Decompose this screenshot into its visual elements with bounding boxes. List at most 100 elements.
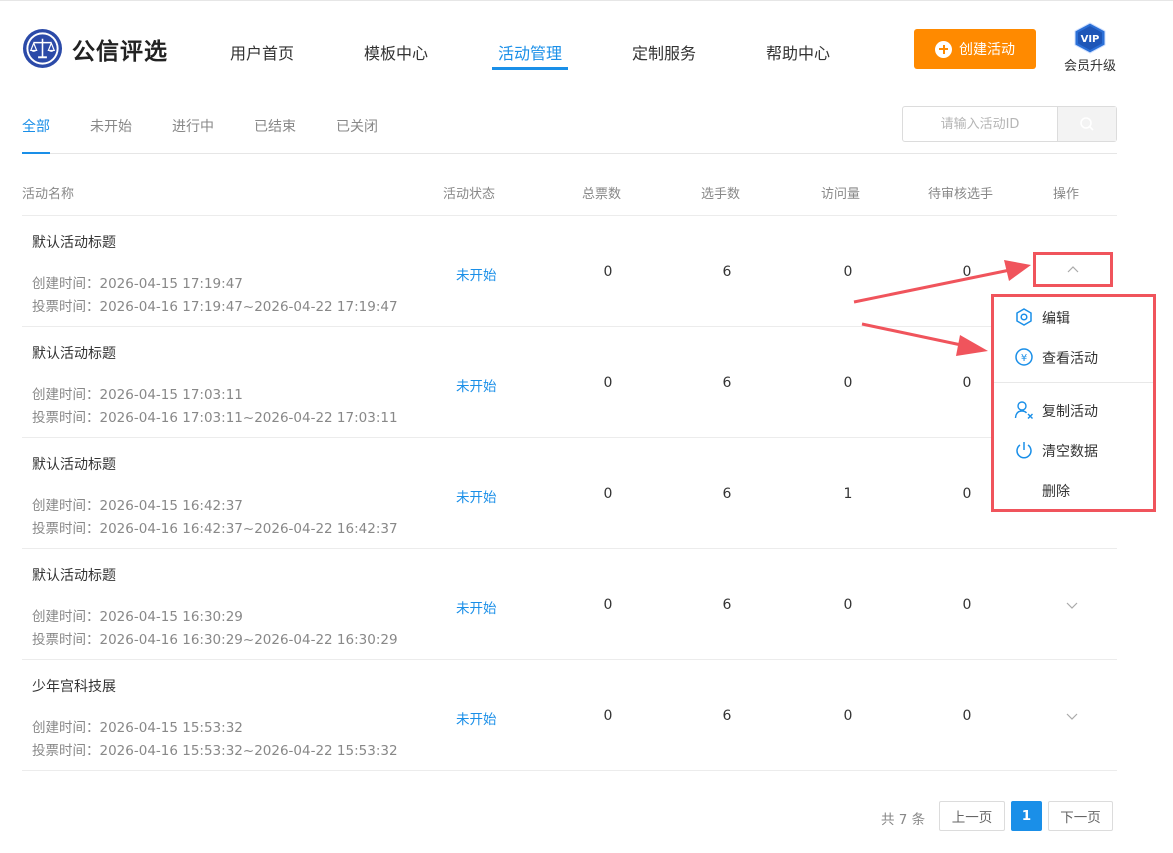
- column-header-status: 活动状态: [443, 187, 496, 202]
- vip-badge-icon: VIP: [1074, 22, 1106, 54]
- activity-title: 默认活动标题: [32, 568, 116, 584]
- menu-item-clear-data[interactable]: 清空数据: [994, 435, 1153, 465]
- menu-item-copy-activity[interactable]: 复制活动: [994, 395, 1153, 425]
- vip-badge-text: VIP: [1081, 34, 1100, 45]
- menu-item-edit[interactable]: 编辑: [994, 302, 1153, 332]
- chevron-down-icon[interactable]: [1062, 706, 1082, 726]
- actions-toggle-highlighted[interactable]: [1033, 252, 1113, 287]
- vote-time: 投票时间：2026-04-16 16:42:37~2026-04-22 16:4…: [32, 521, 398, 537]
- nav-active-underline: [492, 67, 568, 70]
- vote-time: 投票时间：2026-04-16 15:53:32~2026-04-22 15:5…: [32, 743, 398, 759]
- chevron-down-icon[interactable]: [1062, 595, 1082, 615]
- players-count: 6: [722, 708, 732, 724]
- column-header-name: 活动名称: [22, 187, 75, 202]
- nav-item-activity-management[interactable]: 活动管理: [498, 40, 562, 64]
- tab-closed[interactable]: 已关闭: [336, 116, 378, 136]
- vip-upgrade-button[interactable]: VIP 会员升级: [1060, 22, 1120, 74]
- column-header-actions: 操作: [1053, 187, 1080, 202]
- gear-icon: [1016, 308, 1032, 326]
- menu-item-label: 编辑: [1042, 311, 1070, 327]
- players-count: 6: [722, 264, 732, 280]
- created-time: 创建时间：2026-04-15 16:30:29: [32, 609, 243, 625]
- top-border: [0, 0, 1173, 3]
- visits-count: 0: [843, 264, 853, 280]
- scales-logo-icon: [22, 28, 63, 69]
- visits-count: 0: [843, 708, 853, 724]
- nav-item-home[interactable]: 用户首页: [230, 40, 294, 64]
- players-count: 6: [722, 375, 732, 391]
- nav-item-templates[interactable]: 模板中心: [364, 40, 428, 64]
- menu-divider: [994, 382, 1153, 383]
- status-link[interactable]: 未开始: [456, 486, 497, 506]
- brand-name: 公信评选: [72, 38, 168, 65]
- activity-title: 默认活动标题: [32, 346, 116, 362]
- activity-title: 少年宫科技展: [32, 679, 116, 695]
- players-count: 6: [722, 597, 732, 613]
- visits-count: 1: [843, 486, 853, 502]
- column-header-visits: 访问量: [821, 187, 861, 202]
- user-x-icon: [1014, 401, 1033, 419]
- created-time: 创建时间：2026-04-15 17:19:47: [32, 276, 243, 292]
- vote-time: 投票时间：2026-04-16 17:03:11~2026-04-22 17:0…: [32, 410, 398, 426]
- pending-count: 0: [962, 486, 972, 502]
- nav-item-custom-service[interactable]: 定制服务: [632, 40, 696, 64]
- tab-in-progress[interactable]: 进行中: [172, 116, 214, 136]
- tab-active-underline: [22, 152, 50, 154]
- players-count: 6: [722, 486, 732, 502]
- actions-dropdown-menu: 编辑 ¥ 查看活动 复制活动 清空数据 删除: [991, 294, 1156, 512]
- brand-logo[interactable]: 公信评选: [22, 28, 168, 69]
- vote-time: 投票时间：2026-04-16 16:30:29~2026-04-22 16:3…: [32, 632, 398, 648]
- votes-count: 0: [603, 597, 613, 613]
- votes-count: 0: [603, 375, 613, 391]
- plus-circle-icon: [935, 40, 952, 58]
- votes-count: 0: [603, 264, 613, 280]
- pending-count: 0: [962, 375, 972, 391]
- menu-item-delete[interactable]: 删除: [994, 475, 1153, 505]
- status-link[interactable]: 未开始: [456, 375, 497, 395]
- table-row: 少年宫科技展 创建时间：2026-04-15 15:53:32 投票时间：202…: [0, 660, 1173, 771]
- menu-item-view-activity[interactable]: ¥ 查看活动: [994, 342, 1153, 372]
- search-icon: [1080, 117, 1094, 131]
- tab-ended[interactable]: 已结束: [254, 116, 296, 136]
- vip-upgrade-label: 会员升级: [1063, 59, 1116, 74]
- visits-count: 0: [843, 375, 853, 391]
- status-link[interactable]: 未开始: [456, 597, 497, 617]
- search-box: [902, 106, 1117, 142]
- votes-count: 0: [603, 486, 613, 502]
- column-header-players: 选手数: [701, 187, 741, 202]
- activity-title: 默认活动标题: [32, 235, 116, 251]
- pending-count: 0: [962, 597, 972, 613]
- vote-time: 投票时间：2026-04-16 17:19:47~2026-04-22 17:1…: [32, 299, 398, 315]
- activity-id-search-input[interactable]: [903, 107, 1057, 141]
- status-link[interactable]: 未开始: [456, 708, 497, 728]
- page-number-current[interactable]: 1: [1011, 801, 1042, 831]
- created-time: 创建时间：2026-04-15 17:03:11: [32, 387, 243, 403]
- column-header-pending: 待审核选手: [928, 187, 994, 202]
- activity-title: 默认活动标题: [32, 457, 116, 473]
- created-time: 创建时间：2026-04-15 15:53:32: [32, 720, 243, 736]
- next-page-button[interactable]: 下一页: [1048, 801, 1113, 831]
- yen-icon: ¥: [1015, 348, 1033, 366]
- created-time: 创建时间：2026-04-15 16:42:37: [32, 498, 243, 514]
- tab-all[interactable]: 全部: [22, 116, 50, 136]
- search-button[interactable]: [1057, 107, 1116, 141]
- nav-item-help[interactable]: 帮助中心: [766, 40, 830, 64]
- svg-text:¥: ¥: [1021, 353, 1027, 364]
- menu-item-label: 删除: [1042, 484, 1070, 500]
- total-count: 共 7 条: [881, 812, 926, 828]
- menu-item-label: 清空数据: [1042, 444, 1098, 460]
- prev-page-button[interactable]: 上一页: [939, 801, 1005, 831]
- menu-item-label: 复制活动: [1042, 404, 1098, 420]
- pending-count: 0: [962, 264, 972, 280]
- create-activity-label: 创建活动: [959, 42, 1015, 58]
- create-activity-button[interactable]: 创建活动: [914, 29, 1036, 69]
- pending-count: 0: [962, 708, 972, 724]
- menu-item-label: 查看活动: [1042, 351, 1098, 367]
- status-link[interactable]: 未开始: [456, 264, 497, 284]
- tab-not-started[interactable]: 未开始: [90, 116, 132, 136]
- votes-count: 0: [603, 708, 613, 724]
- chevron-up-icon: [1067, 266, 1079, 273]
- power-icon: [1016, 442, 1032, 459]
- column-header-votes: 总票数: [582, 187, 622, 202]
- table-row: 默认活动标题 创建时间：2026-04-15 16:30:29 投票时间：202…: [0, 549, 1173, 660]
